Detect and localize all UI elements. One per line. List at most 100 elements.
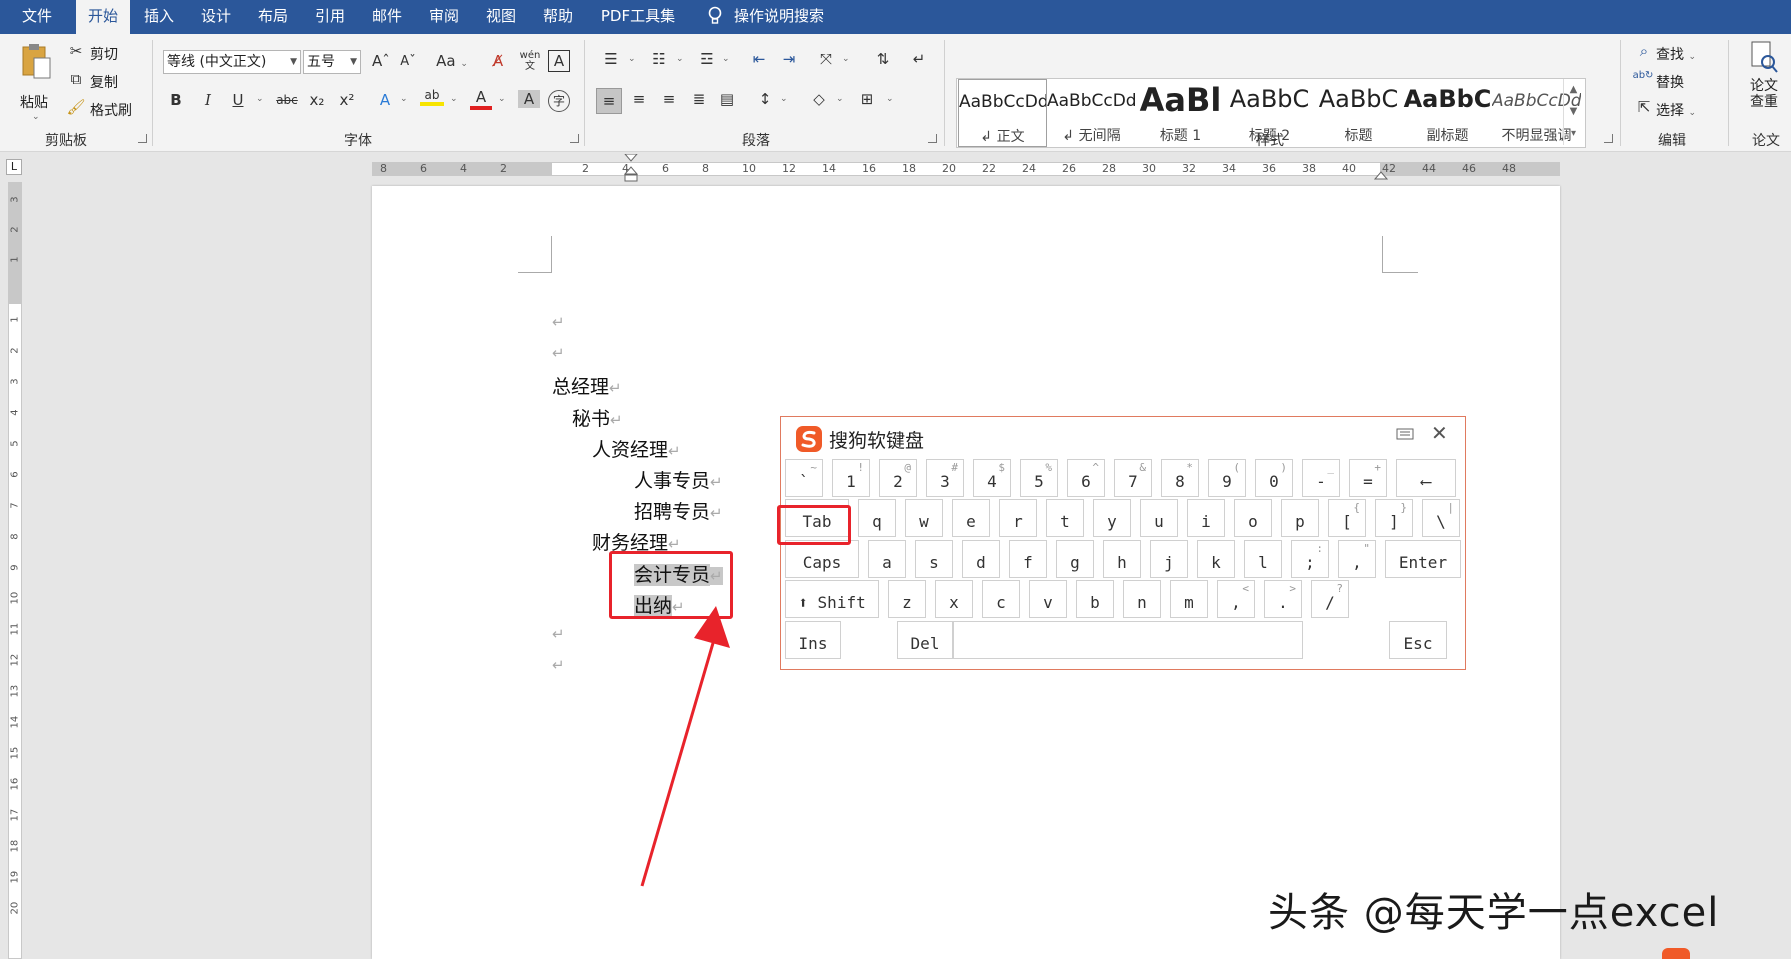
key-8[interactable]: 8 *: [1161, 459, 1199, 497]
style-item[interactable]: AaBbCcDd ↲ 无间隔: [1047, 79, 1136, 147]
chevron-down-icon[interactable]: ⌄: [722, 54, 730, 64]
key-f[interactable]: f: [1009, 540, 1047, 578]
key-t[interactable]: t: [1046, 499, 1084, 537]
key-6[interactable]: 6 ^: [1067, 459, 1105, 497]
key-x[interactable]: x: [935, 580, 973, 618]
document-line[interactable]: 总经理↵: [552, 372, 622, 399]
key-2[interactable]: 2 @: [879, 459, 917, 497]
key-ins[interactable]: Ins: [785, 621, 841, 659]
key-5[interactable]: 5%: [1020, 459, 1058, 497]
strikethrough-button[interactable]: abc: [274, 93, 300, 107]
chevron-down-icon[interactable]: ⌄: [886, 94, 894, 104]
document-line[interactable]: 人资经理↵: [592, 435, 681, 462]
document-line[interactable]: ↵: [552, 622, 565, 644]
key-y[interactable]: y: [1093, 499, 1131, 537]
justify-button[interactable]: ≣: [688, 90, 710, 108]
borders-icon[interactable]: ⊞: [856, 90, 878, 108]
key-i[interactable]: i: [1187, 499, 1225, 537]
paste-button[interactable]: 粘贴 ⌄: [14, 42, 58, 122]
chevron-down-icon[interactable]: ⌄: [400, 94, 408, 104]
superscript-button[interactable]: x²: [336, 91, 358, 109]
menu-home[interactable]: 开始: [76, 0, 130, 34]
key-r[interactable]: r: [999, 499, 1037, 537]
sogou-tray-icon[interactable]: [1662, 948, 1690, 959]
key-v[interactable]: v: [1029, 580, 1067, 618]
key-9[interactable]: 9(: [1208, 459, 1246, 497]
key-sym[interactable]: /?: [1311, 580, 1349, 618]
indent-marker-icon[interactable]: [623, 154, 639, 184]
document-line[interactable]: 人事专员↵: [634, 466, 723, 493]
character-border-icon[interactable]: A: [548, 50, 570, 72]
style-item[interactable]: AaBbCcDd ↲ 正文: [958, 79, 1047, 147]
shrink-font-icon[interactable]: Aˇ: [400, 54, 416, 69]
key-shift[interactable]: ⬆ Shift: [785, 580, 879, 618]
numbering-icon[interactable]: ☷: [646, 50, 672, 68]
key-l[interactable]: l: [1244, 540, 1282, 578]
format-painter-button[interactable]: 格式刷: [90, 100, 132, 120]
key-k[interactable]: k: [1197, 540, 1235, 578]
key-w[interactable]: w: [905, 499, 943, 537]
chevron-down-icon[interactable]: ⌄: [780, 94, 788, 104]
menu-insert[interactable]: 插入: [132, 0, 186, 34]
paragraph-launcher[interactable]: [928, 134, 937, 143]
chinese-layout-icon[interactable]: ⤧: [814, 50, 838, 68]
copy-button[interactable]: 复制: [90, 72, 118, 92]
bullets-icon[interactable]: ☰: [598, 50, 624, 68]
phonetic-guide-icon[interactable]: wén 文: [518, 50, 542, 72]
style-item[interactable]: AaBl 标题 1: [1136, 79, 1225, 147]
tab-selector[interactable]: L: [6, 159, 22, 175]
cut-button[interactable]: 剪切: [90, 44, 118, 64]
key-sym[interactable]: ⟵: [1396, 459, 1456, 497]
key-h[interactable]: h: [1103, 540, 1141, 578]
gallery-scroll-arrow[interactable]: ▼: [1563, 101, 1583, 123]
key-p[interactable]: p: [1281, 499, 1319, 537]
key-1[interactable]: 1!: [832, 459, 870, 497]
chevron-down-icon[interactable]: ⌄: [842, 54, 850, 64]
key-enter[interactable]: Enter: [1385, 540, 1461, 578]
right-indent-marker-icon[interactable]: [1374, 170, 1388, 180]
key-m[interactable]: m: [1170, 580, 1208, 618]
horizontal-ruler[interactable]: L 8 6 4 2 2 4 6 8 10 12 14 16 18 20 22 24 26 28 30 32 34 36 38…: [0, 152, 1791, 182]
key-b[interactable]: b: [1076, 580, 1114, 618]
key-0[interactable]: 0): [1255, 459, 1293, 497]
align-center-button[interactable]: ≡: [628, 90, 650, 108]
find-button[interactable]: 查找 ⌄: [1656, 44, 1696, 64]
key-sym[interactable]: , <: [1217, 580, 1255, 618]
key-o[interactable]: o: [1234, 499, 1272, 537]
key-s[interactable]: s: [915, 540, 953, 578]
align-left-button[interactable]: ≡: [596, 88, 622, 114]
italic-button[interactable]: I: [200, 91, 216, 109]
show-marks-icon[interactable]: ↵: [908, 50, 930, 68]
clipboard-launcher[interactable]: [138, 134, 147, 143]
change-case-icon[interactable]: Aa ⌄: [434, 52, 470, 70]
key-sym[interactable]: ;:: [1291, 540, 1329, 578]
key-sym[interactable]: , ": [1338, 540, 1376, 578]
align-right-button[interactable]: ≡: [658, 90, 680, 108]
style-item[interactable]: AaBbC 标题: [1314, 79, 1403, 147]
key-4[interactable]: 4 $: [973, 459, 1011, 497]
chevron-down-icon[interactable]: ⌄: [676, 54, 684, 64]
highlight-color-icon[interactable]: ab: [420, 88, 444, 106]
shading-icon[interactable]: ◇: [808, 90, 830, 108]
menu-design[interactable]: 设计: [189, 0, 243, 34]
font-color-icon[interactable]: A: [470, 88, 492, 110]
key-del[interactable]: Del: [897, 621, 953, 659]
menu-mailings[interactable]: 邮件: [360, 0, 414, 34]
font-launcher[interactable]: [570, 134, 579, 143]
key-g[interactable]: g: [1056, 540, 1094, 578]
key-sym[interactable]: = +: [1349, 459, 1387, 497]
key-caps[interactable]: Caps: [785, 540, 859, 578]
keyboard-icon[interactable]: [1396, 427, 1414, 441]
key-q[interactable]: q: [858, 499, 896, 537]
vertical-ruler[interactable]: 3 2 1 1 2 3 4 5 6 7 8 9 10 11 12 13 14 15 16 17 18 19 20: [0, 182, 30, 959]
text-effects-icon[interactable]: A: [374, 91, 396, 109]
line-spacing-icon[interactable]: ↕: [754, 90, 776, 108]
key-sym[interactable]: [953, 621, 1303, 659]
key-esc[interactable]: Esc: [1389, 621, 1447, 659]
key-sym[interactable]: ` ~: [785, 459, 823, 497]
key-u[interactable]: u: [1140, 499, 1178, 537]
font-size-combo[interactable]: 五号 ▼: [303, 50, 361, 74]
decrease-indent-icon[interactable]: ⇤: [748, 50, 770, 68]
document-line[interactable]: 招聘专员↵: [634, 497, 723, 524]
subscript-button[interactable]: x₂: [306, 91, 328, 109]
